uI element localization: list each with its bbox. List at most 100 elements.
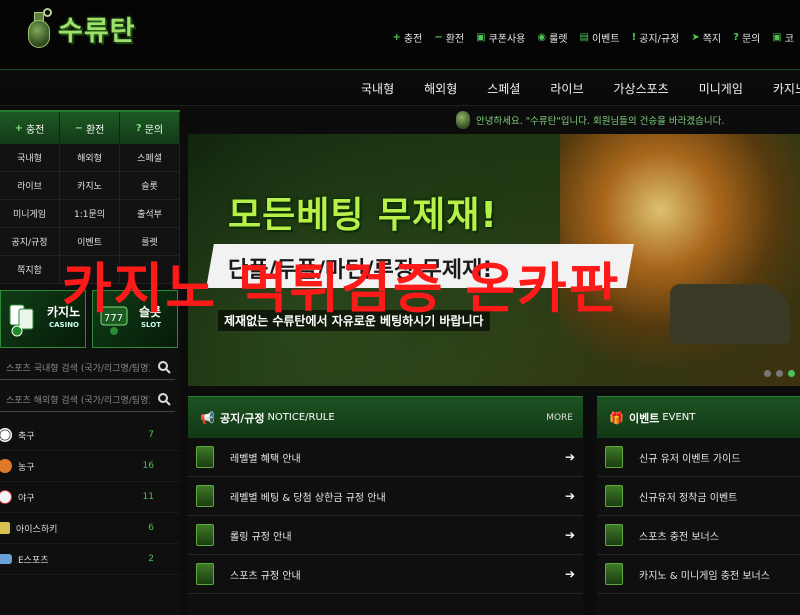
grenade-icon (24, 8, 54, 48)
menu-slot[interactable]: 슬롯 (120, 172, 180, 200)
notice-row[interactable]: 스포츠 규정 안내 ➔ (188, 555, 583, 594)
search-overseas (0, 388, 175, 412)
notice-more-link[interactable]: MORE (546, 413, 573, 423)
search-icon[interactable] (157, 360, 171, 374)
event-row[interactable]: 신규 유저 이벤트 가이드 (597, 438, 800, 477)
sport-item-esports[interactable]: E스포츠 2 (0, 544, 180, 575)
slider-headline: 모든베팅 무제재! (228, 195, 498, 236)
nav-minigame[interactable]: 미니게임 (684, 80, 758, 97)
event-row[interactable]: 스포츠 충전 보너스 (597, 516, 800, 555)
topnav-deposit[interactable]: + 충전 (387, 30, 429, 45)
plus-icon: + (392, 32, 401, 43)
event-row[interactable]: 카지노 & 미니게임 충전 보너스 (597, 555, 800, 594)
minus-icon: − (434, 32, 443, 43)
question-icon: ? (733, 32, 739, 43)
chips-icon (9, 304, 34, 337)
slider-pagination (764, 370, 795, 377)
search-domestic-input[interactable] (0, 358, 150, 380)
topnav-coupon2[interactable]: ▣ 코 (766, 30, 800, 45)
topnav-event[interactable]: ▤ 이벤트 (574, 30, 626, 45)
arrow-right-icon: ➔ (564, 450, 575, 464)
notice-row[interactable]: 레벨별 베팅 & 당첨 상한금 규정 안내 ➔ (188, 477, 583, 516)
notice-title: 공지/규정 (219, 411, 265, 425)
soccer-ball-icon (0, 428, 12, 442)
nav-casino[interactable]: 카지노 (758, 80, 800, 97)
topnav-inquiry[interactable]: ? 문의 (727, 30, 766, 45)
menu-attendance[interactable]: 출석부 (120, 200, 180, 228)
quick-inquiry-button[interactable]: ? 문의 (120, 112, 180, 144)
event-row[interactable]: 신규유저 정착금 이벤트 (597, 477, 800, 516)
menu-casino[interactable]: 카지노 (60, 172, 120, 200)
question-icon: ? (135, 122, 142, 134)
arrow-right-icon: ➔ (564, 528, 575, 542)
sidebar: + 충전 − 환전 ? 문의 국내형 해외형 스페셜 라이브 카지노 슬롯 미니게임 … (0, 110, 180, 615)
event-thumb-icon (605, 524, 623, 546)
menu-special[interactable]: 스페셜 (120, 144, 180, 172)
menu-minigame[interactable]: 미니게임 (0, 200, 60, 228)
tank-image (670, 284, 790, 344)
menu-inbox[interactable]: 쪽지함 (0, 256, 60, 284)
event-thumb-icon (605, 485, 623, 507)
nav-special[interactable]: 스페셜 (472, 80, 535, 97)
menu-one-on-one[interactable]: 1:1문의 (60, 200, 120, 228)
sports-list: 축구 7 농구 16 야구 11 아이스하키 6 E스포츠 2 (0, 420, 180, 575)
baseball-icon (0, 490, 12, 504)
nav-overseas[interactable]: 해외형 (409, 80, 472, 97)
nav-domestic[interactable]: 국내형 (346, 80, 409, 97)
sport-item-icehockey[interactable]: 아이스하키 6 (0, 513, 180, 544)
event-title: 이벤트 (628, 411, 660, 425)
topnav-withdraw[interactable]: − 환전 (428, 30, 470, 45)
slider-dot-active[interactable] (788, 370, 795, 377)
nav-live[interactable]: 라이브 (535, 80, 598, 97)
roulette-icon: ◉ (537, 32, 547, 43)
slider-dot[interactable] (764, 370, 771, 377)
menu-domestic[interactable]: 국내형 (0, 144, 60, 172)
sport-item-basketball[interactable]: 농구 16 (0, 451, 180, 482)
event-panel-header: 🎁 이벤트 EVENT (597, 396, 800, 438)
topnav-coupon[interactable]: ▣ 쿠폰사용 (470, 30, 531, 45)
gift-icon: 🎁 (609, 410, 624, 425)
notice-title-en: NOTICE/RULE (267, 412, 335, 423)
coupon-icon: ▣ (476, 32, 486, 43)
event-title-en: EVENT (662, 412, 696, 423)
minus-icon: − (74, 122, 83, 134)
notice-thumb-icon (196, 563, 214, 585)
coupon-icon: ▣ (772, 32, 782, 43)
notice-panel: 📢 공지/규정 NOTICE/RULE MORE 레벨별 혜택 안내 ➔ 레벨별 … (188, 396, 583, 615)
logo-text: 수류탄 (58, 15, 136, 47)
welcome-message: 안녕하세요. "수류탄"입니다. 회원님들의 건승을 바라겠습니다. (456, 111, 724, 129)
basketball-icon (0, 459, 12, 473)
topnav-roulette[interactable]: ◉ 룰렛 (531, 30, 573, 45)
quick-withdraw-button[interactable]: − 환전 (60, 112, 120, 144)
notice-thumb-icon (196, 485, 214, 507)
megaphone-icon: 📢 (200, 410, 215, 425)
search-overseas-input[interactable] (0, 390, 150, 412)
search-icon[interactable] (157, 392, 171, 406)
event-thumb-icon (605, 563, 623, 585)
menu-overseas[interactable]: 해외형 (60, 144, 120, 172)
notice-row[interactable]: 레벨별 혜택 안내 ➔ (188, 438, 583, 477)
event-icon: ▤ (579, 32, 589, 43)
notice-panel-header: 📢 공지/규정 NOTICE/RULE MORE (188, 396, 583, 438)
event-thumb-icon (605, 446, 623, 468)
arrow-right-icon: ➔ (564, 567, 575, 581)
notice-thumb-icon (196, 446, 214, 468)
quick-deposit-button[interactable]: + 충전 (0, 112, 60, 144)
top-nav: + 충전 − 환전 ▣ 쿠폰사용 ◉ 룰렛 ▤ 이벤트 ! 공지/규정 ➤ 쪽지 ? 문의 ▣ 코 (387, 30, 800, 45)
menu-notice[interactable]: 공지/규정 (0, 228, 60, 256)
site-logo[interactable]: 수류탄 (24, 8, 136, 48)
topnav-message[interactable]: ➤ 쪽지 (685, 30, 727, 45)
sidebar-quick-actions: + 충전 − 환전 ? 문의 (0, 110, 180, 144)
topnav-notice[interactable]: ! 공지/규정 (626, 30, 686, 45)
info-icon: ! (631, 32, 637, 43)
nav-virtual-sports[interactable]: 가상스포츠 (599, 80, 684, 97)
menu-live[interactable]: 라이브 (0, 172, 60, 200)
hockey-stick-icon (0, 522, 10, 534)
top-header: 수류탄 + 충전 − 환전 ▣ 쿠폰사용 ◉ 룰렛 ▤ 이벤트 ! 공지/규정 ➤ 쪽지 ? 문… (0, 0, 800, 70)
sport-item-soccer[interactable]: 축구 7 (0, 420, 180, 451)
slider-dot[interactable] (776, 370, 783, 377)
notice-row[interactable]: 롤링 규정 안내 ➔ (188, 516, 583, 555)
gamepad-icon (0, 554, 12, 564)
sport-item-baseball[interactable]: 야구 11 (0, 482, 180, 513)
arrow-right-icon: ➔ (564, 489, 575, 503)
